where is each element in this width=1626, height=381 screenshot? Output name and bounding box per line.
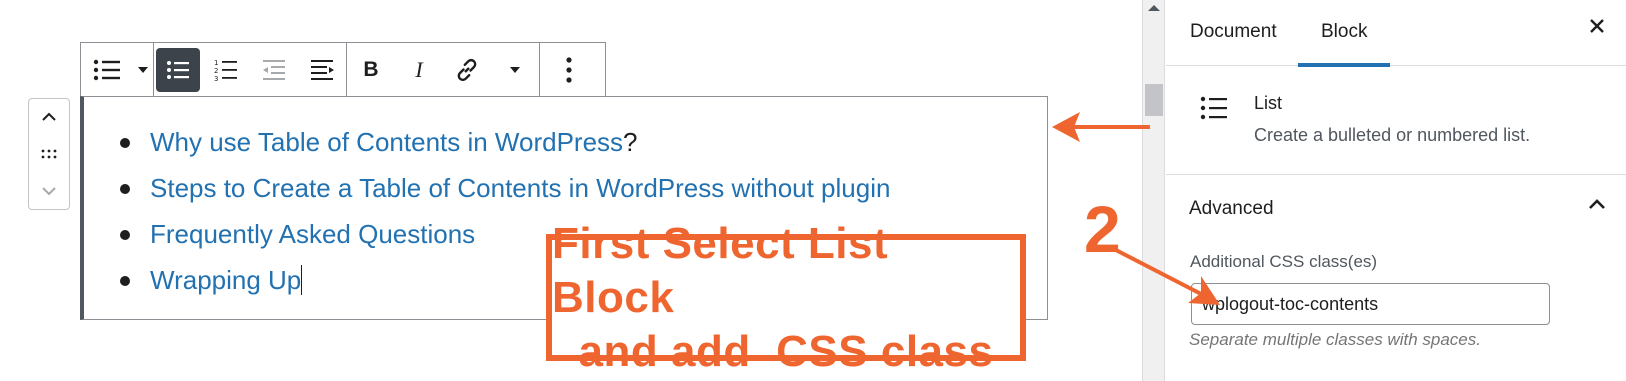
ordered-list-icon: 1 2 3	[214, 59, 237, 82]
bold-button[interactable]: B	[347, 43, 395, 97]
caret-down-icon	[138, 67, 148, 73]
indent-button[interactable]	[298, 43, 346, 97]
more-rich-text-icon	[510, 67, 520, 73]
svg-text:1: 1	[214, 59, 218, 67]
move-up-button[interactable]	[41, 112, 57, 122]
italic-icon: I	[415, 57, 423, 82]
list-item-link[interactable]: Wrapping Up	[150, 265, 301, 295]
tab-block[interactable]: Block	[1297, 0, 1392, 67]
block-card-title: List	[1254, 93, 1283, 113]
italic-button[interactable]: I	[395, 43, 443, 97]
tab-document[interactable]: Document	[1190, 0, 1277, 66]
block-toolbar: 1 2 3 B I	[80, 42, 606, 98]
annotation-box: First Select List Block and add CSS clas…	[546, 219, 1026, 376]
bullet-icon	[120, 276, 130, 286]
list-item[interactable]: Steps to Create a Table of Contents in W…	[120, 165, 890, 211]
move-down-button[interactable]	[41, 186, 57, 196]
sidebar-scrollbar[interactable]	[1143, 0, 1165, 381]
toolbar-group-block-type	[81, 43, 154, 97]
chevron-up-icon[interactable]	[1588, 198, 1606, 210]
list-type-dropdown[interactable]	[133, 43, 153, 97]
toolbar-group-format: B I	[347, 43, 540, 97]
css-class-help: Separate multiple classes with spaces.	[1189, 330, 1481, 349]
advanced-panel-title[interactable]: Advanced	[1189, 198, 1274, 220]
drag-handle[interactable]	[41, 149, 57, 159]
annotation-line-1: First Select List Block	[552, 218, 889, 322]
more-options-button[interactable]	[540, 43, 598, 97]
list-item-link[interactable]: Frequently Asked Questions	[150, 219, 475, 249]
close-icon[interactable]	[1589, 18, 1605, 34]
step-number-2: 2	[1084, 192, 1121, 266]
unordered-list-icon	[167, 61, 189, 79]
list-item-link[interactable]: Steps to Create a Table of Contents in W…	[150, 173, 890, 203]
list-type-button[interactable]	[81, 43, 133, 97]
toolbar-group-options	[540, 43, 598, 97]
css-class-label: Additional CSS class(es)	[1190, 252, 1378, 271]
indent-icon	[311, 60, 334, 80]
bullet-icon	[120, 230, 130, 240]
drag-handle-icon	[41, 149, 57, 159]
link-button[interactable]	[443, 43, 491, 97]
unordered-list-button[interactable]	[154, 43, 202, 97]
block-card: List Create a bulleted or numbered list.	[1166, 67, 1626, 175]
outdent-icon	[263, 60, 285, 80]
list-item-link[interactable]: Why use Table of Contents in WordPress	[150, 127, 623, 157]
svg-text:3: 3	[214, 75, 218, 82]
list-item[interactable]: Why use Table of Contents in WordPress?	[120, 119, 890, 165]
svg-text:2: 2	[214, 67, 218, 75]
bullet-icon	[120, 138, 130, 148]
scroll-up-icon	[1148, 5, 1160, 11]
bold-icon: B	[363, 58, 379, 81]
more-rich-text-button[interactable]	[491, 43, 539, 97]
annotation-line-2: and add CSS class	[578, 326, 994, 376]
block-card-description: Create a bulleted or numbered list.	[1254, 125, 1531, 145]
scrollbar-thumb[interactable]	[1145, 84, 1163, 116]
bullet-icon	[120, 184, 130, 194]
css-class-input[interactable]	[1191, 283, 1550, 325]
toolbar-group-list: 1 2 3	[154, 43, 347, 97]
block-mover	[28, 98, 70, 210]
list-icon	[1200, 96, 1227, 120]
chevron-up-icon	[42, 112, 56, 122]
sidebar-tabs: Document Block	[1166, 0, 1626, 67]
list-item-tail: ?	[623, 127, 638, 157]
chevron-down-icon	[42, 186, 56, 196]
settings-sidebar: Document Block List Create a bulleted or…	[1142, 0, 1626, 381]
ordered-list-button[interactable]: 1 2 3	[202, 43, 250, 97]
link-icon	[457, 58, 477, 82]
arrow-to-list-block	[1052, 112, 1150, 142]
text-cursor	[301, 265, 303, 295]
more-options-icon	[566, 57, 572, 83]
outdent-button[interactable]	[250, 43, 298, 97]
list-type-icon	[93, 59, 120, 81]
